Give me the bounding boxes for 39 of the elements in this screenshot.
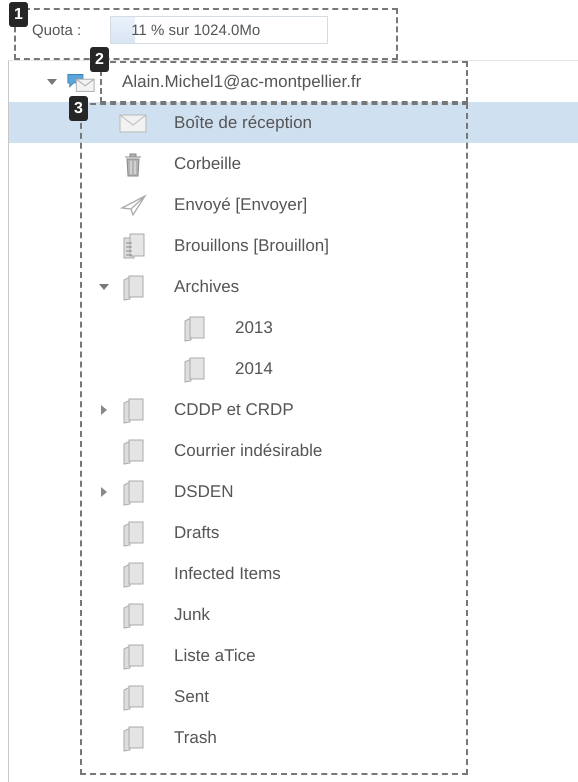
folder-label: Liste aTice	[174, 646, 256, 666]
folder-row[interactable]: Sent	[9, 676, 578, 717]
folder-label: Sent	[174, 686, 209, 706]
folder-row[interactable]: Infected Items	[9, 553, 578, 594]
folder-label: 2013	[235, 318, 273, 338]
folder-row[interactable]: Liste aTice	[9, 635, 578, 676]
folder-row[interactable]: Junk	[9, 594, 578, 635]
folder-label: Courrier indésirable	[174, 440, 322, 460]
folder-row[interactable]: Brouillons [Brouillon]	[9, 225, 578, 266]
folder-row[interactable]: DSDEN	[9, 471, 578, 512]
folder-label: Trash	[174, 728, 217, 748]
folder-label: Envoyé [Envoyer]	[174, 194, 308, 214]
folder-row[interactable]: Trash	[9, 717, 578, 758]
folder-label: 2014	[235, 358, 273, 378]
folder-row[interactable]: Archives	[9, 266, 578, 307]
folder-label: Infected Items	[174, 564, 281, 584]
account-address[interactable]: Alain.Michel1@ac-montpellier.fr	[122, 72, 362, 92]
quota-label: Quota :	[32, 22, 82, 38]
callout-badge: 2	[90, 47, 109, 72]
callout-badge: 1	[9, 2, 28, 27]
folder-label: CDDP et CRDP	[174, 400, 294, 420]
folder-row[interactable]: Courrier indésirable	[9, 430, 578, 471]
folder-row[interactable]: Corbeille	[9, 143, 578, 184]
envelope-icon	[118, 112, 148, 134]
folder-label: Archives	[174, 276, 240, 296]
folder-row[interactable]: Drafts	[9, 512, 578, 553]
folder-label: Boîte de réception	[174, 112, 312, 132]
quota-text: 11 % sur 1024.0Mo	[130, 22, 260, 38]
folder-label: Drafts	[174, 522, 220, 542]
folder-row[interactable]: Envoyé [Envoyer]	[9, 184, 578, 225]
folder-row[interactable]: CDDP et CRDP	[9, 389, 578, 430]
callout-badge: 3	[69, 96, 88, 121]
folder-label: Junk	[174, 604, 210, 624]
folder-label: DSDEN	[174, 482, 234, 502]
folder-row[interactable]: 2014	[9, 348, 578, 389]
folder-label: Brouillons [Brouillon]	[174, 236, 329, 256]
folder-row[interactable]: 2013	[9, 307, 578, 348]
paper-plane-icon	[118, 192, 148, 218]
folder-label: Corbeille	[174, 154, 242, 174]
